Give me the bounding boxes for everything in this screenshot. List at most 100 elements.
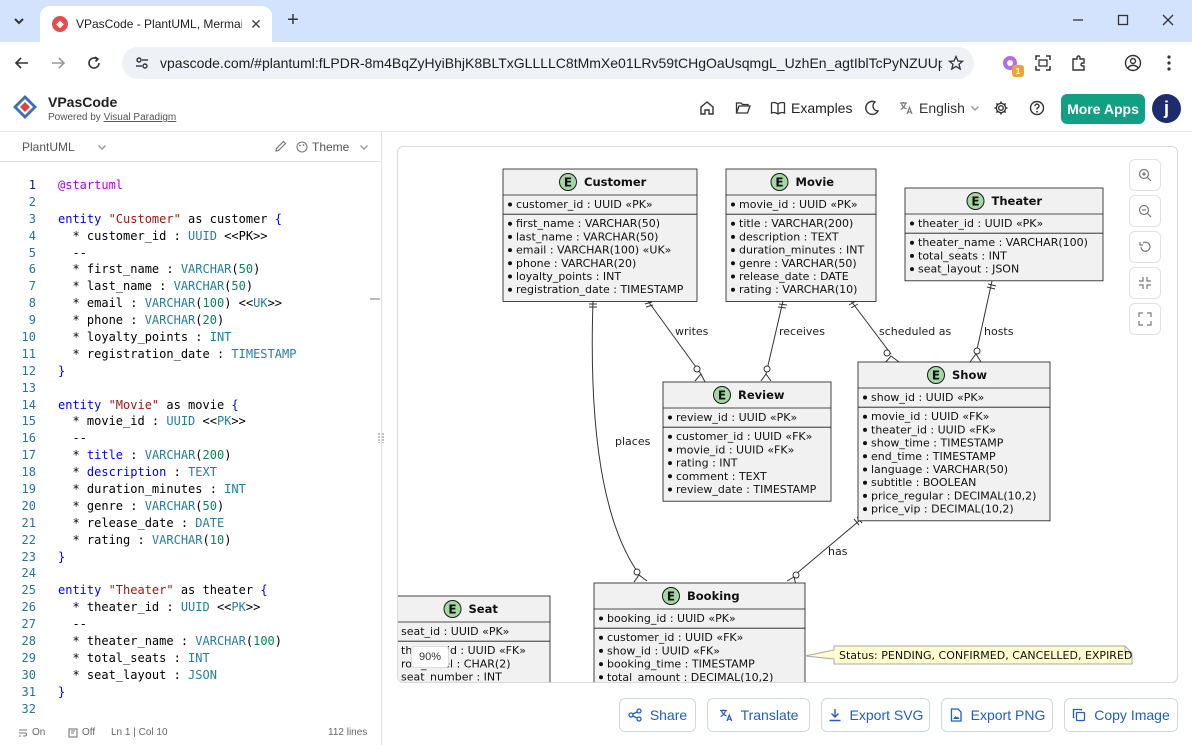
code-line[interactable]: 11 * registration_date : TIMESTAMP [0,347,372,364]
browser-tab[interactable]: ◆ VPasCode - PlantUML, Mermaid ✕ [40,6,272,42]
home-button[interactable] [697,98,717,118]
zoom-in-button[interactable] [1129,159,1161,191]
code-line[interactable]: 26 * theater_id : UUID <<PK>> [0,600,372,617]
new-tab-button[interactable]: + [282,9,304,31]
extension-button[interactable]: 1 [998,51,1024,77]
code-line[interactable]: 4 * customer_id : UUID <<PK>> [0,229,372,246]
diagram-zoom-tools [1129,159,1163,339]
entity-review: E Review review_id : UUID «PK» customer_id … [662,381,832,502]
line-number: 8 [28,296,36,311]
field-bullet [599,648,603,653]
code-line[interactable]: 10 * loyalty_points : INT [0,330,372,347]
bookmark-star-icon[interactable] [942,49,970,77]
minimize-icon [1073,19,1083,21]
code-line[interactable]: 18 * description : TEXT [0,465,372,482]
wrap-state: On [32,727,46,738]
code-line[interactable]: 16 -- [0,431,372,448]
code-line[interactable]: 12} [0,364,372,381]
more-apps-button[interactable]: More Apps [1061,94,1145,124]
zero-mark [633,568,641,576]
chevron-down-icon [14,18,24,25]
code-line[interactable]: 13 [0,381,372,398]
code-line[interactable]: 17 * title : VARCHAR(200) [0,448,372,465]
vpascode-logo-icon[interactable] [12,94,38,120]
copy-image-button[interactable]: Copy Image [1064,698,1178,732]
code-line[interactable]: 21 * release_date : DATE [0,516,372,533]
code-line[interactable]: 29 * total_seats : INT [0,651,372,668]
export-png-button[interactable]: Export PNG [941,698,1053,732]
code-line[interactable]: 30 * seat_layout : JSON [0,668,372,685]
maximize-button[interactable] [1109,8,1137,32]
visual-paradigm-link[interactable]: Visual Paradigm [104,112,177,123]
tab-search-button[interactable] [6,8,32,34]
code-line[interactable]: 9 * phone : VARCHAR(20) [0,313,372,330]
forward-button[interactable] [46,51,70,75]
entity-field: show_id : UUID «FK» [607,644,720,657]
code-line[interactable]: 19 * duration_minutes : INT [0,482,372,499]
zoom-out-button[interactable] [1129,195,1161,227]
help-button[interactable] [1027,98,1047,118]
extensions-button[interactable] [1067,51,1091,75]
share-button[interactable]: Share [619,698,696,732]
code-line[interactable]: 7 * last_name : VARCHAR(50) [0,279,372,296]
code-line[interactable]: 14 entity "Movie" as movie { [0,398,372,415]
reset-view-button[interactable] [1129,231,1161,263]
screenshot-button[interactable] [1031,51,1055,75]
folder-open-icon [735,102,751,114]
open-file-button[interactable] [733,98,753,118]
word-wrap-toggle[interactable]: On [18,727,45,738]
diagram-language-select[interactable]: PlantUML [22,140,107,154]
panel-resize-handle[interactable] [377,432,385,446]
back-button[interactable] [10,51,34,75]
code-line[interactable]: 2 [0,195,372,212]
close-window-button[interactable] [1154,8,1182,32]
address-bar[interactable]: vpascode.com/#plantuml:fLPDR-8m4BqZyHyiB… [122,47,974,79]
code-line[interactable]: 32 [0,702,372,719]
code-line[interactable]: 22 * rating : VARCHAR(10) [0,533,372,550]
entity-pk-field: booking_id : UUID «PK» [607,612,736,625]
tab-title: VPasCode - PlantUML, Mermaid [76,17,242,31]
fullscreen-button[interactable] [1129,303,1161,335]
field-bullet [668,487,672,492]
code-line[interactable]: 3 entity "Customer" as customer { [0,212,372,229]
dark-mode-toggle[interactable] [862,98,882,118]
theme-select[interactable]: Theme [296,140,369,154]
line-content: * rating : VARCHAR(10) [58,532,232,547]
code-line[interactable]: 6 * first_name : VARCHAR(50) [0,262,372,279]
fit-screen-button[interactable] [1129,267,1161,299]
export-svg-button[interactable]: Export SVG [821,698,930,732]
minimize-button[interactable] [1064,8,1092,32]
code-line[interactable]: 27 -- [0,617,372,634]
field-bullet [508,202,512,207]
code-line[interactable]: 28 * theater_name : VARCHAR(100) [0,634,372,651]
minimap-toggle[interactable]: Off [68,727,95,738]
reload-button[interactable] [82,51,106,75]
examples-button[interactable]: Examples [770,98,852,118]
browser-tab-strip: ◆ VPasCode - PlantUML, Mermaid ✕ + [0,0,1192,42]
close-tab-icon[interactable]: ✕ [248,16,264,32]
url-text[interactable]: vpascode.com/#plantuml:fLPDR-8m4BqZyHyiB… [160,55,942,71]
entity-field: subtitle : BOOLEAN [871,476,976,489]
code-line[interactable]: 5 -- [0,246,372,263]
entity-field: end_time : TIMESTAMP [871,450,996,463]
scrollbar-thumb[interactable] [370,298,380,300]
code-line[interactable]: 15 * movie_id : UUID <<PK>> [0,414,372,431]
code-line[interactable]: 1 @startuml [0,178,372,195]
code-line[interactable]: 31} [0,685,372,702]
code-line[interactable]: 23} [0,550,372,567]
code-area[interactable]: 1 @startuml 2 3 entity "Customer" as custome… [0,178,372,719]
browser-menu-button[interactable] [1157,51,1181,75]
code-line[interactable]: 8 * email : VARCHAR(100) <<UK>> [0,296,372,313]
code-line[interactable]: 24 [0,566,372,583]
code-line[interactable]: 20 * genre : VARCHAR(50) [0,499,372,516]
edit-button[interactable] [274,139,290,155]
language-selector[interactable]: English [898,98,980,118]
translate-button[interactable]: Translate [707,698,810,732]
diagram-preview[interactable]: writes receives scheduled as hosts place… [397,146,1178,683]
code-line[interactable]: 25 entity "Theater" as theater { [0,583,372,600]
settings-button[interactable] [991,98,1011,118]
user-avatar[interactable]: j [1152,94,1181,123]
line-number: 1 [28,178,36,192]
site-info-icon[interactable] [132,53,152,73]
profile-button[interactable] [1121,51,1145,75]
